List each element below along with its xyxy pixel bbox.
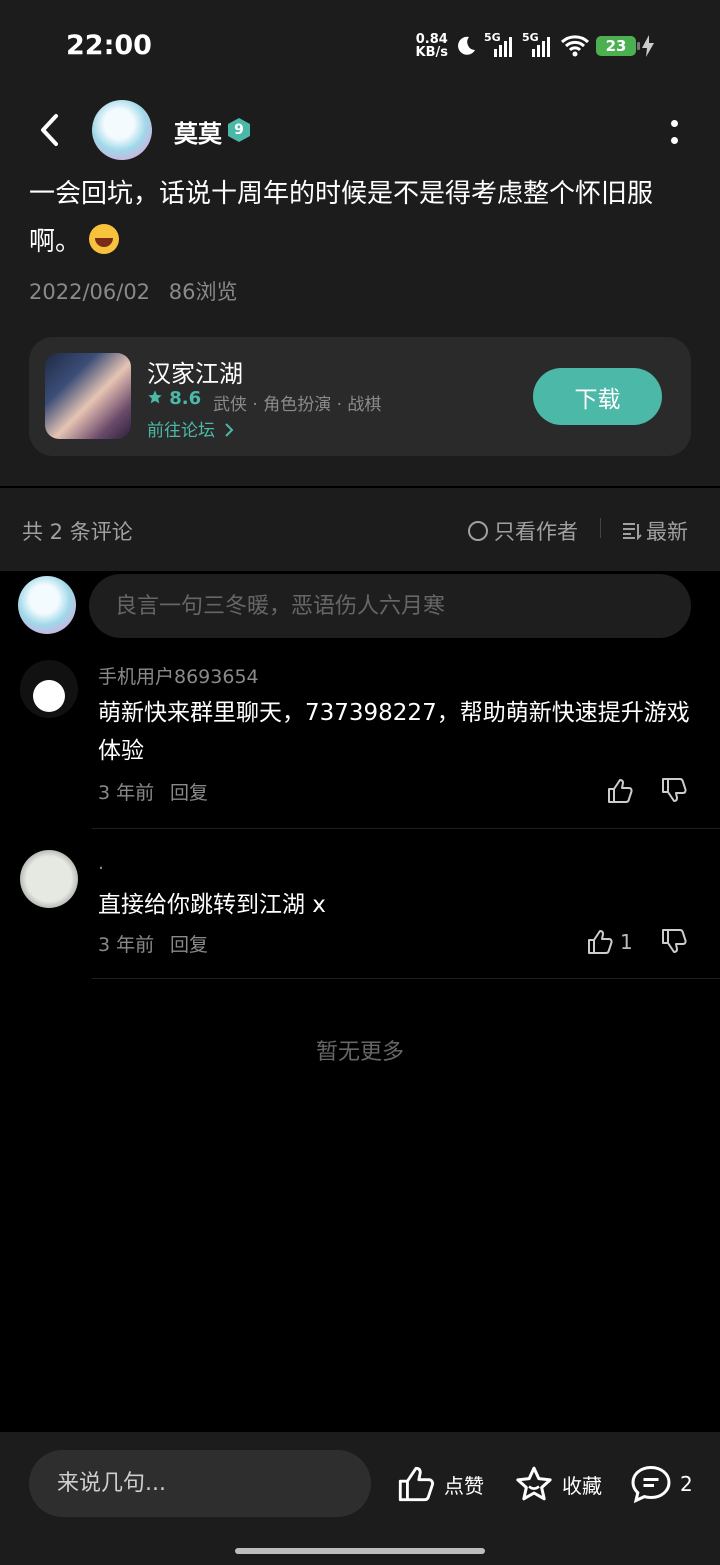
bottom-action-bar: 点赞 收藏 2: [0, 1432, 720, 1565]
chevron-right-icon: [225, 423, 234, 437]
like-button[interactable]: 1: [586, 927, 633, 957]
like-button[interactable]: [606, 776, 640, 806]
comment-text: 萌新快来群里聊天，737398227，帮助萌新快速提升游戏体验: [98, 700, 690, 764]
joy-emoji-icon: [89, 224, 120, 254]
game-tags: 武侠 · 角色扮演 · 战棋: [213, 395, 382, 415]
like-post-button[interactable]: 点赞: [396, 1464, 484, 1504]
post-date: 2022/06/02: [29, 280, 151, 304]
back-button[interactable]: [34, 110, 64, 150]
comment-input[interactable]: [89, 574, 691, 638]
comments-button[interactable]: 2: [630, 1464, 693, 1504]
thumbs-up-icon: [398, 1466, 435, 1502]
more-menu-button[interactable]: [668, 120, 680, 144]
network-speed: 0.84 KB/s: [415, 32, 448, 60]
thumbs-down-icon: [662, 929, 687, 953]
signal-5g-icon: 5G: [484, 31, 516, 59]
no-more-text: 暂无更多: [315, 1040, 404, 1065]
divider: [92, 828, 720, 829]
status-icons: 0.84 KB/s 5G 5G 23: [416, 30, 654, 62]
dot-icon: [670, 137, 678, 144]
home-indicator: [235, 1548, 485, 1554]
post-views: 86浏览: [168, 280, 238, 304]
dislike-button[interactable]: [660, 927, 690, 957]
status-bar: 22:00 0.84 KB/s 5G 5G 23: [0, 0, 720, 92]
comment-count: 共 2 条评论: [22, 520, 133, 544]
star-icon: [516, 1466, 552, 1501]
thumbs-up-icon: [608, 779, 633, 803]
post-meta: 2022/06/02 86浏览: [29, 276, 237, 306]
signal-5g-icon: 5G: [522, 31, 554, 59]
game-card[interactable]: 汉家江湖 8.6 武侠 · 角色扮演 · 战棋 前往论坛 下载: [29, 337, 691, 456]
my-avatar: [18, 576, 76, 634]
radio-circle-icon: [468, 521, 488, 541]
sort-icon: [623, 523, 642, 540]
post-text: 一会回坑，话说十周年的时候是不是得考虑整个怀旧服啊。: [29, 179, 654, 257]
dislike-button[interactable]: [660, 776, 690, 806]
wifi-icon: [560, 35, 590, 57]
chevron-left-icon: [41, 114, 58, 146]
game-name: 汉家江湖: [147, 360, 243, 388]
charging-icon: [642, 35, 654, 57]
game-rating: 8.6: [147, 388, 201, 409]
commenter-avatar[interactable]: [20, 660, 78, 718]
comment-time: 3 年前: [98, 934, 155, 956]
comment-bubble-icon: [631, 1465, 671, 1504]
comment-text: 直接给你跳转到江湖 x: [98, 892, 326, 918]
only-author-toggle[interactable]: 只看作者: [468, 516, 578, 546]
commenter-name[interactable]: .: [98, 852, 104, 874]
commenter-avatar[interactable]: [20, 850, 78, 908]
level-badge: 9: [228, 118, 250, 142]
star-icon: [148, 390, 162, 404]
status-time: 22:00: [66, 30, 152, 61]
reply-button[interactable]: 回复: [170, 778, 208, 805]
sort-button[interactable]: 最新: [622, 516, 688, 546]
reply-input[interactable]: [29, 1450, 371, 1517]
divider: [92, 978, 720, 979]
comments-header: 共 2 条评论 只看作者 最新: [0, 488, 720, 571]
dot-icon: [670, 120, 678, 127]
forum-link[interactable]: 前往论坛: [147, 416, 234, 441]
moon-icon: [458, 36, 475, 55]
author-avatar[interactable]: [92, 100, 152, 160]
post-content: 一会回坑，话说十周年的时候是不是得考虑整个怀旧服啊。: [29, 170, 689, 266]
thumbs-down-icon: [662, 778, 687, 802]
reply-button[interactable]: 回复: [170, 930, 208, 957]
post-header: 莫莫 9: [0, 92, 720, 168]
commenter-name[interactable]: 手机用户8693654: [98, 662, 259, 689]
author-name[interactable]: 莫莫: [174, 114, 222, 149]
game-icon: [45, 353, 131, 439]
comment-time: 3 年前: [98, 782, 155, 804]
battery-icon: 23: [596, 36, 640, 56]
divider: [600, 518, 601, 538]
favorite-button[interactable]: 收藏: [514, 1464, 602, 1504]
thumbs-up-icon: [588, 930, 613, 954]
download-button[interactable]: 下载: [533, 368, 662, 425]
